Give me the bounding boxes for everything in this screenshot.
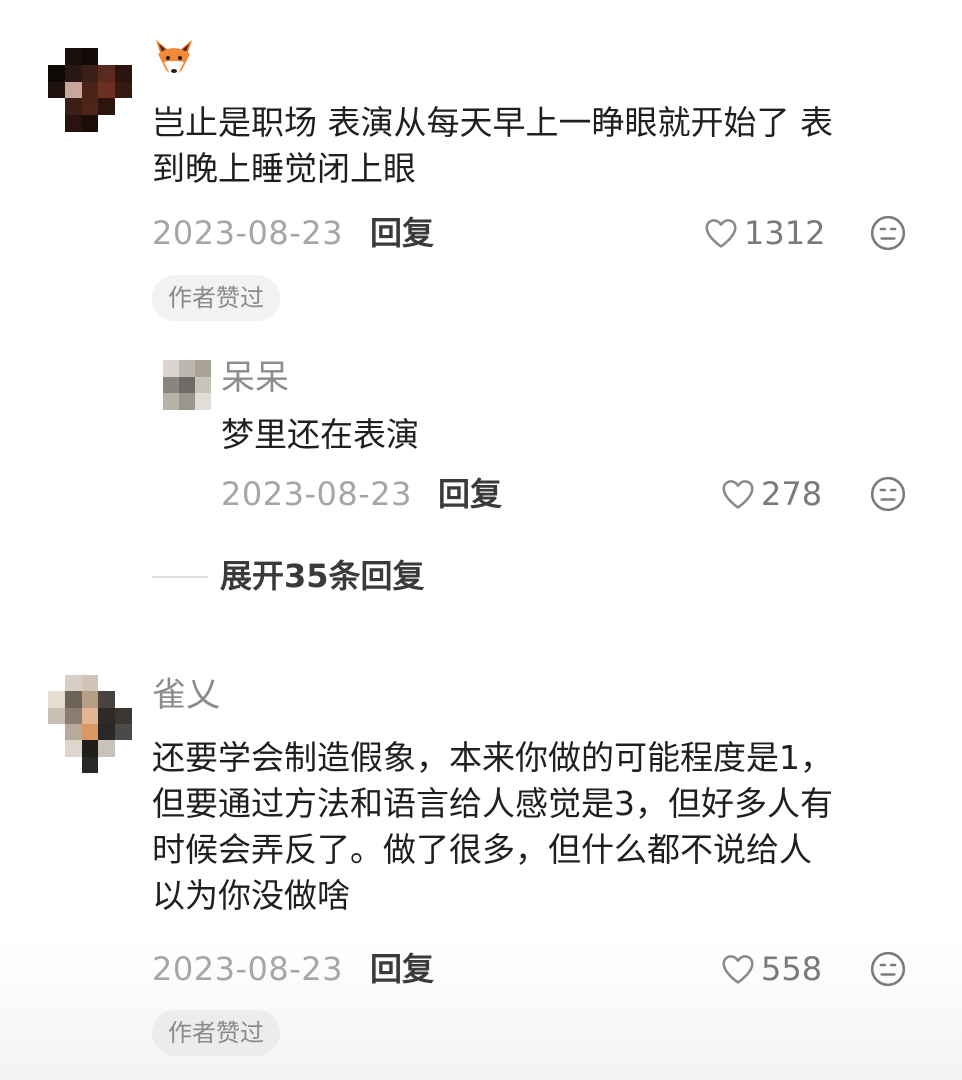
- comment-text: 还要学会制造假象，本来你做的可能程度是1， 但要通过方法和语言给人感觉是3，但好…: [152, 738, 833, 915]
- author-liked-badge: 作者赞过: [152, 275, 280, 321]
- comment-text: 梦里还在表演: [221, 415, 419, 454]
- expand-replies-button[interactable]: 展开35条回复: [220, 556, 425, 596]
- reply-button[interactable]: 回复: [370, 213, 434, 253]
- like-count: 278: [761, 475, 823, 513]
- like-count: 558: [761, 950, 823, 988]
- neutral-face-icon[interactable]: [869, 950, 907, 988]
- comment-date: 2023-08-23: [152, 950, 343, 988]
- like-button[interactable]: 1312: [702, 213, 825, 253]
- like-count: 1312: [744, 214, 826, 252]
- comment-text: 岂止是职场 表演从每天早上一睁眼就开始了 表 到晚上睡觉闭上眼: [152, 103, 833, 188]
- like-button[interactable]: 278: [719, 474, 822, 514]
- username[interactable]: 呆呆: [221, 358, 289, 398]
- heart-outline-icon: [722, 955, 754, 984]
- avatar[interactable]: [48, 675, 132, 773]
- username[interactable]: 雀乂: [152, 675, 220, 715]
- neutral-face-icon[interactable]: [869, 214, 907, 252]
- like-button[interactable]: 558: [719, 949, 822, 989]
- heart-outline-icon: [722, 480, 754, 509]
- neutral-face-icon[interactable]: [869, 475, 907, 513]
- fox-icon: [156, 40, 192, 75]
- author-liked-badge: 作者赞过: [152, 1010, 280, 1056]
- avatar[interactable]: [48, 48, 132, 132]
- reply-button[interactable]: 回复: [370, 949, 434, 989]
- comment-date: 2023-08-23: [221, 475, 412, 513]
- avatar[interactable]: [163, 360, 211, 410]
- heart-outline-icon: [705, 219, 737, 248]
- expand-divider: [152, 576, 208, 578]
- comment-date: 2023-08-23: [152, 214, 343, 252]
- reply-button[interactable]: 回复: [438, 474, 502, 514]
